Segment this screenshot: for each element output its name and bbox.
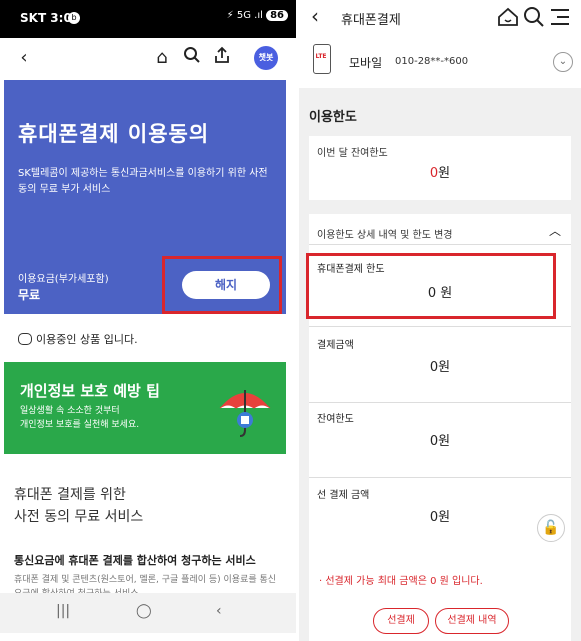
home-circle-icon[interactable]: ◯ bbox=[136, 603, 152, 619]
in-use-notice: 이용중인 상품 입니다. bbox=[18, 331, 138, 347]
device-name: 모바일 bbox=[349, 56, 383, 70]
signal-icon: ⚡ 5G .ıl bbox=[226, 10, 263, 21]
notification-icon: b bbox=[68, 12, 80, 24]
privacy-banner-desc: 일상생활 속 소소한 것부터 개인정보 보호를 실천해 보세요. bbox=[20, 404, 139, 432]
chevron-up-icon[interactable]: ︿ bbox=[549, 222, 561, 239]
status-bar: SKT 3:09 b ⚡ 5G .ıl 86 bbox=[0, 0, 296, 38]
monthly-remaining-label: 이번 달 잔여한도 bbox=[317, 148, 388, 159]
status-icons: ⚡ 5G .ıl 86 bbox=[227, 10, 288, 21]
fee-value: 무료 bbox=[18, 288, 41, 302]
row-label: 잔여한도 bbox=[317, 414, 354, 425]
divider bbox=[309, 477, 571, 478]
recent-apps-icon[interactable]: ||| bbox=[56, 603, 70, 619]
divider bbox=[309, 402, 571, 403]
limit-section-title: 이용한도 bbox=[309, 110, 357, 125]
umbrella-icon bbox=[219, 390, 271, 437]
privacy-banner-title: 개인정보 보호 예방 팁 bbox=[20, 382, 160, 400]
android-nav-bar: ||| ◯ ‹ bbox=[0, 593, 296, 633]
back-icon[interactable]: ‹ bbox=[12, 46, 36, 70]
lock-icon[interactable]: 🔓 bbox=[537, 514, 565, 542]
home-icon[interactable]: ⌂ bbox=[150, 46, 174, 70]
prepay-notice: · 선결제 가능 최대 금액은 0 원 입니다. bbox=[319, 576, 483, 587]
section-heading: 휴대폰 결제를 위한 사전 동의 무료 서비스 bbox=[14, 484, 143, 528]
product-description: SK텔레콤이 제공하는 통신과금서비스를 이용하기 위한 사전 동의 무료 부가… bbox=[18, 168, 268, 195]
menu-icon[interactable] bbox=[549, 7, 571, 31]
battery-icon: 86 bbox=[266, 10, 288, 21]
remaining-limit-row: 잔여한도 0원 bbox=[309, 404, 571, 474]
back-nav-icon[interactable]: ‹ bbox=[216, 603, 222, 619]
chevron-down-icon[interactable]: ⌄ bbox=[553, 52, 573, 72]
row-label: 결제금액 bbox=[317, 340, 354, 351]
privacy-desc-line2: 개인정보 보호를 실천해 보세요. bbox=[20, 420, 140, 430]
monthly-remaining-card: 이번 달 잔여한도 0원 bbox=[309, 136, 571, 200]
search-icon[interactable] bbox=[523, 6, 545, 32]
row-value: 0원 bbox=[429, 360, 451, 375]
monthly-remaining-unit: 원 bbox=[438, 166, 451, 181]
divider bbox=[309, 244, 571, 245]
limit-highlight-box bbox=[306, 253, 556, 319]
detail-toggle-label[interactable]: 이용한도 상세 내역 및 한도 변경 bbox=[317, 226, 453, 241]
back-icon[interactable]: ‹ bbox=[311, 4, 319, 28]
service-title: 통신요금에 휴대폰 결제를 합산하여 청구하는 서비스 bbox=[14, 554, 256, 567]
row-label: 선 결제 금액 bbox=[317, 490, 370, 501]
chatbot-button[interactable]: 챗봇 bbox=[254, 46, 278, 70]
cancel-subscription-button[interactable]: 해지 bbox=[182, 271, 270, 299]
share-icon[interactable] bbox=[210, 46, 234, 70]
fee-label: 이용요금(부가세포함) bbox=[18, 274, 109, 285]
left-phone-screen: SKT 3:09 b ⚡ 5G .ıl 86 ‹ ⌂ 챗봇 휴대폰결제 이용동의… bbox=[0, 0, 296, 641]
prepayment-row: 선 결제 금액 0원 bbox=[309, 480, 571, 550]
payment-header: ‹ 휴대폰결제 bbox=[299, 0, 581, 36]
page-title: 휴대폰결제 bbox=[341, 13, 401, 28]
payment-amount-row: 결제금액 0원 bbox=[309, 330, 571, 400]
monthly-remaining-number: 0 bbox=[429, 166, 439, 181]
phone-icon: LTE bbox=[313, 44, 331, 74]
product-title: 휴대폰결제 이용동의 bbox=[18, 122, 210, 146]
right-phone-screen: ‹ 휴대폰결제 LTE 모바일 010-28**-*600 ⌄ 이용한도 이번 … bbox=[299, 0, 581, 641]
section-heading-line1: 휴대폰 결제를 위한 bbox=[14, 487, 126, 503]
home-icon[interactable] bbox=[497, 7, 519, 31]
section-heading-line2: 사전 동의 무료 서비스 bbox=[14, 509, 144, 525]
divider bbox=[309, 326, 571, 327]
prepay-button[interactable]: 선결제 bbox=[373, 608, 429, 634]
privacy-desc-line1: 일상생활 속 소소한 것부터 bbox=[20, 406, 120, 416]
monthly-remaining-value: 0원 bbox=[309, 162, 571, 181]
prepay-history-button[interactable]: 선결제 내역 bbox=[435, 608, 509, 634]
device-number: 010-28**-*600 bbox=[395, 56, 469, 67]
device-selector[interactable]: LTE 모바일 010-28**-*600 ⌄ bbox=[299, 36, 581, 88]
search-icon[interactable] bbox=[180, 46, 204, 70]
in-use-text: 이용중인 상품 입니다. bbox=[36, 333, 138, 346]
speech-bubble-icon bbox=[18, 333, 32, 345]
row-value: 0원 bbox=[429, 510, 451, 525]
lte-label: LTE bbox=[315, 53, 327, 60]
top-nav-bar: ‹ ⌂ bbox=[0, 38, 296, 80]
row-value: 0원 bbox=[429, 434, 451, 449]
